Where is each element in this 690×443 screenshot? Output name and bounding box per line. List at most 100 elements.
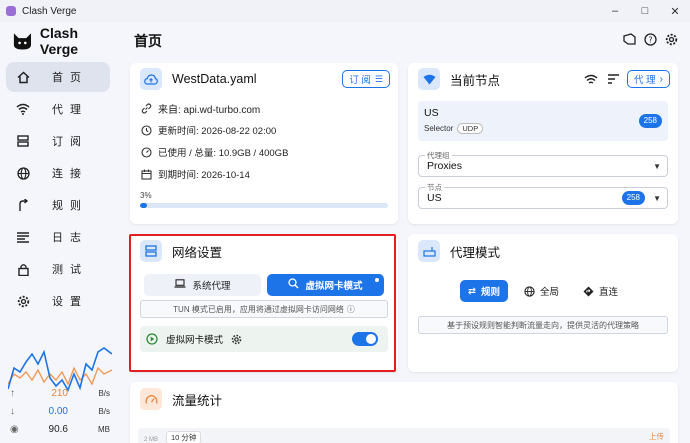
current-node-box[interactable]: US Selector UDP 258 xyxy=(418,101,668,141)
proxy-button[interactable]: 代 理 › xyxy=(627,70,670,88)
traffic-chart-area: 2 MB 10 分钟 上传 xyxy=(138,428,670,443)
sidebar-item-rules[interactable]: 规 则 xyxy=(6,190,110,220)
sidebar-item-test[interactable]: 测 试 xyxy=(6,254,110,284)
proxy-group-label: 代理组 xyxy=(425,150,452,161)
sidebar-item-label: 日 志 xyxy=(52,232,84,244)
wifi-icon xyxy=(16,102,30,116)
header: 首页 ? xyxy=(116,22,690,58)
switch-knob xyxy=(366,334,376,344)
gear-icon xyxy=(16,294,30,308)
arrow-up-icon: ↑ xyxy=(10,388,15,399)
signal-icon[interactable] xyxy=(584,74,598,85)
time-range-button[interactable]: 10 分钟 xyxy=(166,431,202,443)
speedometer-icon xyxy=(140,146,152,158)
traffic-stats-card: 流量统计 2 MB 10 分钟 上传 xyxy=(130,382,678,443)
memory-icon: ◉ xyxy=(10,424,19,435)
network-settings-title: 网络设置 xyxy=(172,245,223,260)
proxy-group-select[interactable]: 代理组 Proxies ▼ xyxy=(418,150,668,177)
tun-hint: TUN 模式已启用，应用将通过虚拟网卡访问网络 ⓘ xyxy=(140,300,388,318)
close-button[interactable]: ✕ xyxy=(660,0,690,22)
tun-toggle-row: 虚拟网卡模式 xyxy=(140,326,388,352)
swap-arrows-icon: ⇄ xyxy=(467,285,476,297)
tun-switch[interactable] xyxy=(352,332,378,346)
page-title: 首页 xyxy=(134,33,162,49)
settings-icon[interactable] xyxy=(664,32,678,46)
usage-percent-label: 3% xyxy=(140,191,152,200)
traffic-axis-label: 2 MB xyxy=(144,437,159,443)
fork-icon xyxy=(16,198,30,212)
sort-icon[interactable] xyxy=(608,74,620,84)
sidebar-item-logs[interactable]: 日 志 xyxy=(6,222,110,252)
upload-value: 210 xyxy=(51,388,68,399)
sidebar-item-label: 规 则 xyxy=(52,200,84,212)
node-delay-badge: 258 xyxy=(621,191,645,205)
proxy-button-label: 代 理 xyxy=(634,75,656,86)
active-dot xyxy=(375,278,379,282)
minimize-button[interactable]: – xyxy=(600,0,630,22)
profile-expire: 到期时间: 2026-10-14 xyxy=(158,170,250,181)
dns-icon xyxy=(140,240,162,262)
globe-icon xyxy=(524,285,535,297)
chevron-down-icon: ▼ xyxy=(653,194,661,203)
sidebar-item-proxy[interactable]: 代 理 xyxy=(6,94,110,124)
lock-icon xyxy=(16,262,30,276)
maximize-button[interactable]: □ xyxy=(630,0,660,22)
shortcut-icon[interactable] xyxy=(622,32,636,46)
current-node-name: US xyxy=(424,107,439,119)
laptop-icon xyxy=(174,279,186,291)
play-circle-icon xyxy=(146,333,158,345)
profile-card: WestData.yaml 订 阅 ☰ 来自: api.wd-turbo.com… xyxy=(130,63,398,224)
tun-settings-icon[interactable] xyxy=(231,334,242,345)
home-icon xyxy=(16,70,30,84)
sidebar-item-connections[interactable]: 连 接 xyxy=(6,158,110,188)
tun-toggle-label: 虚拟网卡模式 xyxy=(166,335,224,346)
sidebar-item-label: 首 页 xyxy=(52,72,84,84)
sidebar-item-profiles[interactable]: 订 阅 xyxy=(6,126,110,156)
mode-direct-button[interactable]: 直连 xyxy=(575,280,626,302)
profile-updated: 更新时间: 2026-08-22 02:00 xyxy=(158,126,277,137)
arrow-down-icon: ↓ xyxy=(10,406,15,417)
system-proxy-label: 系统代理 xyxy=(192,281,231,292)
current-node-title: 当前节点 xyxy=(450,73,501,88)
proxy-group-value: Proxies xyxy=(427,160,463,172)
tun-mode-button[interactable]: 虚拟网卡模式 xyxy=(267,274,384,296)
node-select[interactable]: 节点 US 258 ▼ xyxy=(418,182,668,209)
proxy-mode-description: 基于预设规则智能判断流量走向，提供灵活的代理策略 xyxy=(418,316,668,334)
profile-name: WestData.yaml xyxy=(172,72,257,86)
profile-usage-row: 已使用 / 总量: 10.9GB / 400GB xyxy=(130,141,398,163)
system-proxy-button[interactable]: 系统代理 xyxy=(144,274,261,296)
proxy-mode-description-text: 基于预设规则智能判断流量走向，提供灵活的代理策略 xyxy=(447,320,639,330)
current-node-type: Selector xyxy=(424,124,454,133)
upload-legend: 上传 xyxy=(649,432,664,441)
sidebar-item-home[interactable]: 首 页 xyxy=(6,62,110,92)
download-value: 0.00 xyxy=(48,406,68,417)
profile-usage: 已使用 / 总量: 10.9GB / 400GB xyxy=(158,148,289,159)
profile-updated-row: 更新时间: 2026-08-22 02:00 xyxy=(130,119,398,141)
current-node-card: 当前节点 代 理 › US Selector UDP 258 代理组 Proxi… xyxy=(408,63,678,224)
upload-speed: ↑ 210 B/s xyxy=(10,388,110,399)
cloud-upload-icon xyxy=(140,68,162,90)
profile-source-row: 来自: api.wd-turbo.com xyxy=(130,97,398,119)
cat-logo-icon xyxy=(13,33,31,50)
help-icon[interactable]: ? xyxy=(643,32,657,46)
help-icon[interactable]: ⓘ xyxy=(347,304,355,315)
mode-global-button[interactable]: 全局 xyxy=(516,280,567,302)
app-logo-icon xyxy=(6,6,16,16)
mode-direct-label: 直连 xyxy=(598,287,618,298)
router-icon xyxy=(418,240,440,262)
network-settings-card: 网络设置 系统代理 虚拟网卡模式 TUN 模式已启用，应用将通过虚拟网卡访问网络… xyxy=(130,234,398,372)
sidebar-item-settings[interactable]: 设 置 xyxy=(6,286,110,316)
sidebar-item-label: 代 理 xyxy=(52,104,84,116)
usage-progress-bar xyxy=(140,203,388,208)
profile-source[interactable]: 来自: api.wd-turbo.com xyxy=(158,101,260,116)
storage-icon xyxy=(16,134,30,148)
svg-text:?: ? xyxy=(648,35,652,44)
speedometer-icon xyxy=(140,388,162,410)
upload-unit: B/s xyxy=(98,389,110,398)
memory-usage: ◉ 90.6 MB xyxy=(10,424,110,435)
subscription-button[interactable]: 订 阅 ☰ xyxy=(342,70,390,88)
mode-rule-button[interactable]: ⇄ 规则 xyxy=(459,280,508,302)
calendar-icon xyxy=(140,169,152,180)
sidebar-item-label: 设 置 xyxy=(52,296,84,308)
udp-badge: UDP xyxy=(457,123,484,134)
